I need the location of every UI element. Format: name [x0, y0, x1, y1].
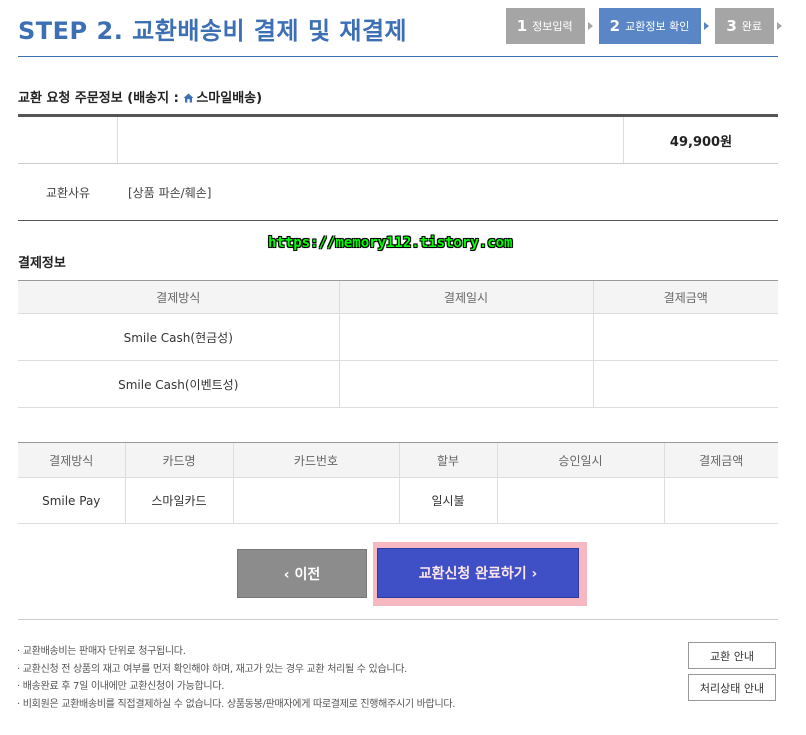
column-header: 승인일시	[496, 442, 664, 478]
column-header: 결제방식	[18, 442, 125, 478]
payment-amount-cell	[592, 313, 778, 361]
home-icon	[183, 93, 194, 103]
column-header: 결제금액	[663, 442, 778, 478]
order-info-title: 교환 요청 주문정보 (배송지 : 스마일배송)	[18, 91, 263, 106]
watermark-text: https://memory112.tistory.com	[268, 235, 513, 251]
card-name-cell: 스마일카드	[124, 477, 233, 524]
table-row: Smile Cash(현금성)	[18, 313, 778, 361]
column-header: 결제일시	[338, 280, 593, 314]
step-label: 교환정보 확인	[625, 20, 690, 33]
order-price: 49,900원	[623, 117, 778, 163]
exchange-reason-value: [상품 파손/훼손]	[128, 185, 212, 200]
step-1: 1 정보입력	[505, 8, 593, 44]
notice-item: 교환신청 전 상품의 재고 여부를 먼저 확인해야 하며, 재고가 있는 경우 …	[17, 661, 455, 679]
notice-item: 배송완료 후 7일 이내에만 교환신청이 가능합니다.	[17, 678, 455, 696]
exchange-guide-button[interactable]: 교환 안내	[688, 642, 776, 669]
step-2-active: 2 교환정보 확인	[598, 8, 709, 44]
payment-amount-cell	[592, 360, 778, 408]
divider	[18, 619, 778, 620]
table-header-row: 결제방식 결제일시 결제금액	[18, 280, 778, 314]
notice-list: 교환배송비는 판매자 단위로 청구됩니다. 교환신청 전 상품의 재고 여부를 …	[17, 643, 456, 714]
step-number: 1	[516, 17, 528, 35]
step-number: 3	[726, 17, 737, 35]
destination-text: 스마일배송	[196, 91, 257, 106]
complete-exchange-button[interactable]: 교환신청 완료하기 ›	[377, 548, 579, 598]
payment-info-table: 결제방식 결제일시 결제금액 Smile Cash(현금성) Smile Cas…	[18, 280, 778, 408]
payment-date-cell	[338, 360, 593, 408]
step-number: 2	[609, 17, 621, 35]
column-header: 결제금액	[592, 280, 778, 314]
prev-button[interactable]: ‹ 이전	[237, 549, 367, 598]
table-row: Smile Pay 스마일카드 일시불	[18, 477, 778, 524]
table-header-row: 결제방식 카드명 카드번호 할부 승인일시 결제금액	[18, 442, 778, 478]
step-3: 3 완료	[715, 8, 782, 44]
complete-button-highlight: 교환신청 완료하기 ›	[373, 542, 587, 606]
column-header: 카드명	[124, 442, 233, 478]
column-header: 할부	[398, 442, 497, 478]
exchange-reason-row: 교환사유 [상품 파손/훼손]	[18, 164, 778, 221]
card-payment-table: 결제방식 카드명 카드번호 할부 승인일시 결제금액 Smile Pay 스마일…	[18, 442, 778, 524]
order-item-row: 49,900원	[18, 117, 778, 164]
column-header: 카드번호	[232, 442, 399, 478]
table-row: Smile Cash(이벤트성)	[18, 360, 778, 408]
card-method-cell: Smile Pay	[18, 477, 125, 524]
payment-method-cell: Smile Cash(현금성)	[18, 313, 339, 361]
order-item-thumb-cell	[18, 117, 118, 163]
column-header: 결제방식	[18, 280, 339, 314]
approval-date-cell	[496, 477, 664, 524]
step-label: 정보입력	[532, 20, 573, 33]
payment-method-cell: Smile Cash(이벤트성)	[18, 360, 339, 408]
step-indicator: 1 정보입력 2 교환정보 확인 3 완료	[505, 8, 782, 44]
card-amount-cell	[663, 477, 778, 524]
order-info-table: 49,900원 교환사유 [상품 파손/훼손]	[18, 114, 778, 221]
exchange-reason-label: 교환사유	[45, 185, 91, 200]
card-number-cell	[232, 477, 399, 524]
payment-date-cell	[338, 313, 593, 361]
notice-item: 교환배송비는 판매자 단위로 청구됩니다.	[17, 643, 455, 661]
step-label: 완료	[741, 20, 762, 33]
notice-item: 비회원은 교환배송비를 직접결제하실 수 없습니다. 상품동봉/판매자에게 따로…	[17, 696, 456, 714]
status-guide-button[interactable]: 처리상태 안내	[688, 674, 776, 701]
page-title: STEP 2. 교환배송비 결제 및 재결제	[18, 17, 408, 45]
installment-cell: 일시불	[398, 477, 497, 524]
payment-info-title: 결제정보	[18, 256, 66, 271]
page-header: STEP 2. 교환배송비 결제 및 재결제 1 정보입력 2 교환정보 확인 …	[18, 0, 782, 57]
